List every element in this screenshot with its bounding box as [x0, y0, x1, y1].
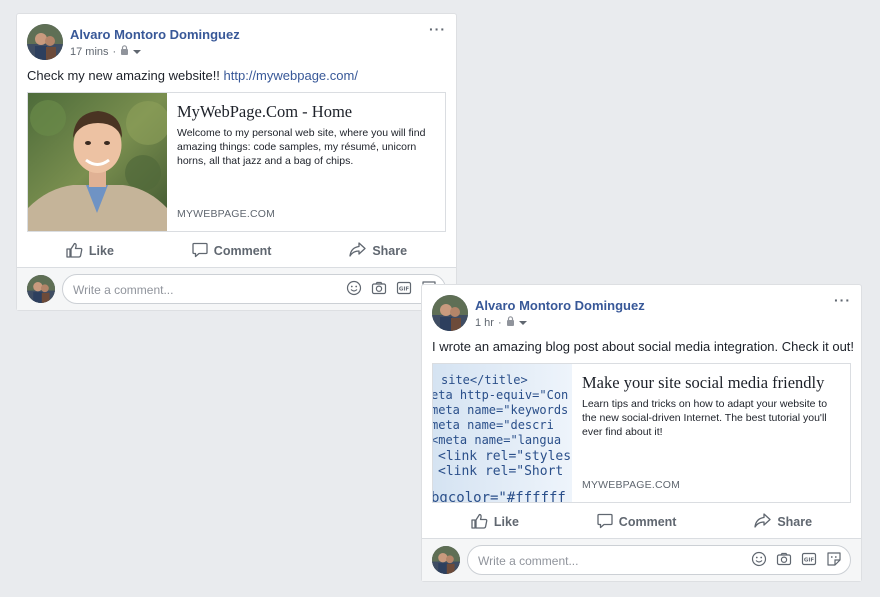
meta-separator: ·: [112, 45, 117, 58]
audience-dropdown-icon[interactable]: [133, 46, 142, 58]
commenter-avatar: [432, 546, 460, 574]
more-options-icon[interactable]: ···: [834, 293, 851, 307]
comment-placeholder: Write a comment...: [73, 283, 174, 297]
emoji-icon[interactable]: [346, 280, 362, 296]
camera-icon[interactable]: [776, 551, 792, 567]
code-line: <link rel="Short: [438, 464, 563, 479]
privacy-lock-icon[interactable]: [506, 316, 515, 329]
camera-icon[interactable]: [371, 280, 387, 296]
link-preview-image: site</title> eta http-equiv="Con meta na…: [433, 364, 572, 502]
post-meta: 1 hr ·: [475, 316, 527, 329]
comment-icon: [192, 242, 208, 261]
share-button[interactable]: Share: [349, 242, 407, 260]
share-icon: [754, 513, 771, 531]
like-button[interactable]: Like: [471, 513, 519, 532]
comment-area: Write a comment... GIF: [422, 538, 861, 581]
comment-area: Write a comment... GIF: [17, 267, 456, 310]
privacy-lock-icon[interactable]: [120, 45, 129, 58]
post-2: Alvaro Montoro Dominguez 1 hr · ··· I wr…: [421, 284, 862, 582]
link-preview-card[interactable]: MyWebPage.Com - Home Welcome to my perso…: [27, 92, 446, 232]
code-line: <meta name="langua: [433, 433, 561, 447]
like-icon: [471, 513, 488, 532]
share-label: Share: [777, 515, 813, 529]
svg-text:GIF: GIF: [804, 558, 815, 564]
like-button[interactable]: Like: [66, 242, 114, 261]
code-line: eta http-equiv="Con: [433, 388, 568, 402]
like-label: Like: [493, 515, 519, 529]
author-name[interactable]: Alvaro Montoro Dominguez: [70, 27, 240, 42]
post-text-content: Check my new amazing website!!: [27, 68, 224, 83]
gif-icon[interactable]: GIF: [801, 551, 817, 567]
link-preview-title[interactable]: Make your site social media friendly: [582, 373, 840, 393]
emoji-icon[interactable]: [751, 551, 767, 567]
share-icon: [349, 242, 366, 260]
comment-input[interactable]: Write a comment... GIF: [467, 545, 851, 575]
post-actions: Like Comment Share: [27, 236, 446, 266]
comment-label: Comment: [618, 515, 677, 529]
comment-input[interactable]: Write a comment... GIF: [62, 274, 446, 304]
post-1: Alvaro Montoro Dominguez 17 mins · ··· C…: [16, 13, 457, 311]
post-header: Alvaro Montoro Dominguez 1 hr · ···: [432, 293, 851, 335]
author-name[interactable]: Alvaro Montoro Dominguez: [475, 298, 645, 313]
sticker-icon[interactable]: [826, 551, 842, 567]
post-header: Alvaro Montoro Dominguez 17 mins · ···: [27, 22, 446, 64]
code-line: meta name="descri: [433, 418, 554, 432]
code-line: <link rel="styles: [438, 449, 571, 464]
comment-tools: GIF: [751, 551, 842, 567]
like-icon: [66, 242, 83, 261]
share-label: Share: [372, 244, 408, 258]
post-actions: Like Comment Share: [432, 507, 851, 537]
post-text: I wrote an amazing blog post about socia…: [432, 339, 855, 354]
more-options-icon[interactable]: ···: [429, 22, 446, 36]
link-preview-description: Learn tips and tricks on how to adapt yo…: [582, 398, 828, 438]
svg-text:GIF: GIF: [399, 287, 410, 293]
link-preview-description: Welcome to my personal web site, where y…: [177, 127, 426, 167]
like-label: Like: [88, 244, 114, 258]
link-preview-image: [28, 93, 167, 231]
share-button[interactable]: Share: [754, 513, 812, 531]
meta-separator: ·: [497, 316, 502, 329]
post-time[interactable]: 1 hr: [475, 317, 494, 329]
commenter-avatar: [27, 275, 55, 303]
link-preview-domain: MYWEBPAGE.COM: [177, 208, 276, 220]
link-preview-domain: MYWEBPAGE.COM: [582, 479, 681, 491]
post-meta: 17 mins ·: [70, 45, 142, 58]
comment-button[interactable]: Comment: [597, 513, 677, 532]
post-text-content: I wrote an amazing blog post about socia…: [432, 339, 855, 354]
code-line: meta name="keywords: [433, 403, 568, 417]
link-preview-title[interactable]: MyWebPage.Com - Home: [177, 102, 435, 122]
post-text: Check my new amazing website!! http://my…: [27, 68, 446, 83]
audience-dropdown-icon[interactable]: [518, 317, 527, 329]
avatar[interactable]: [27, 24, 63, 60]
gif-icon[interactable]: GIF: [396, 280, 412, 296]
comment-icon: [597, 513, 613, 532]
link-preview-body: MyWebPage.Com - Home Welcome to my perso…: [167, 93, 445, 231]
comment-placeholder: Write a comment...: [478, 554, 579, 568]
post-time[interactable]: 17 mins: [70, 46, 109, 58]
comment-button[interactable]: Comment: [192, 242, 272, 261]
link-preview-card[interactable]: site</title> eta http-equiv="Con meta na…: [432, 363, 851, 503]
code-line: bgcolor="#ffffff: [433, 490, 566, 502]
comment-label: Comment: [213, 244, 272, 258]
post-link[interactable]: http://mywebpage.com/: [224, 68, 358, 83]
code-line: site</title>: [441, 373, 528, 387]
avatar[interactable]: [432, 295, 468, 331]
link-preview-body: Make your site social media friendly Lea…: [572, 364, 850, 502]
